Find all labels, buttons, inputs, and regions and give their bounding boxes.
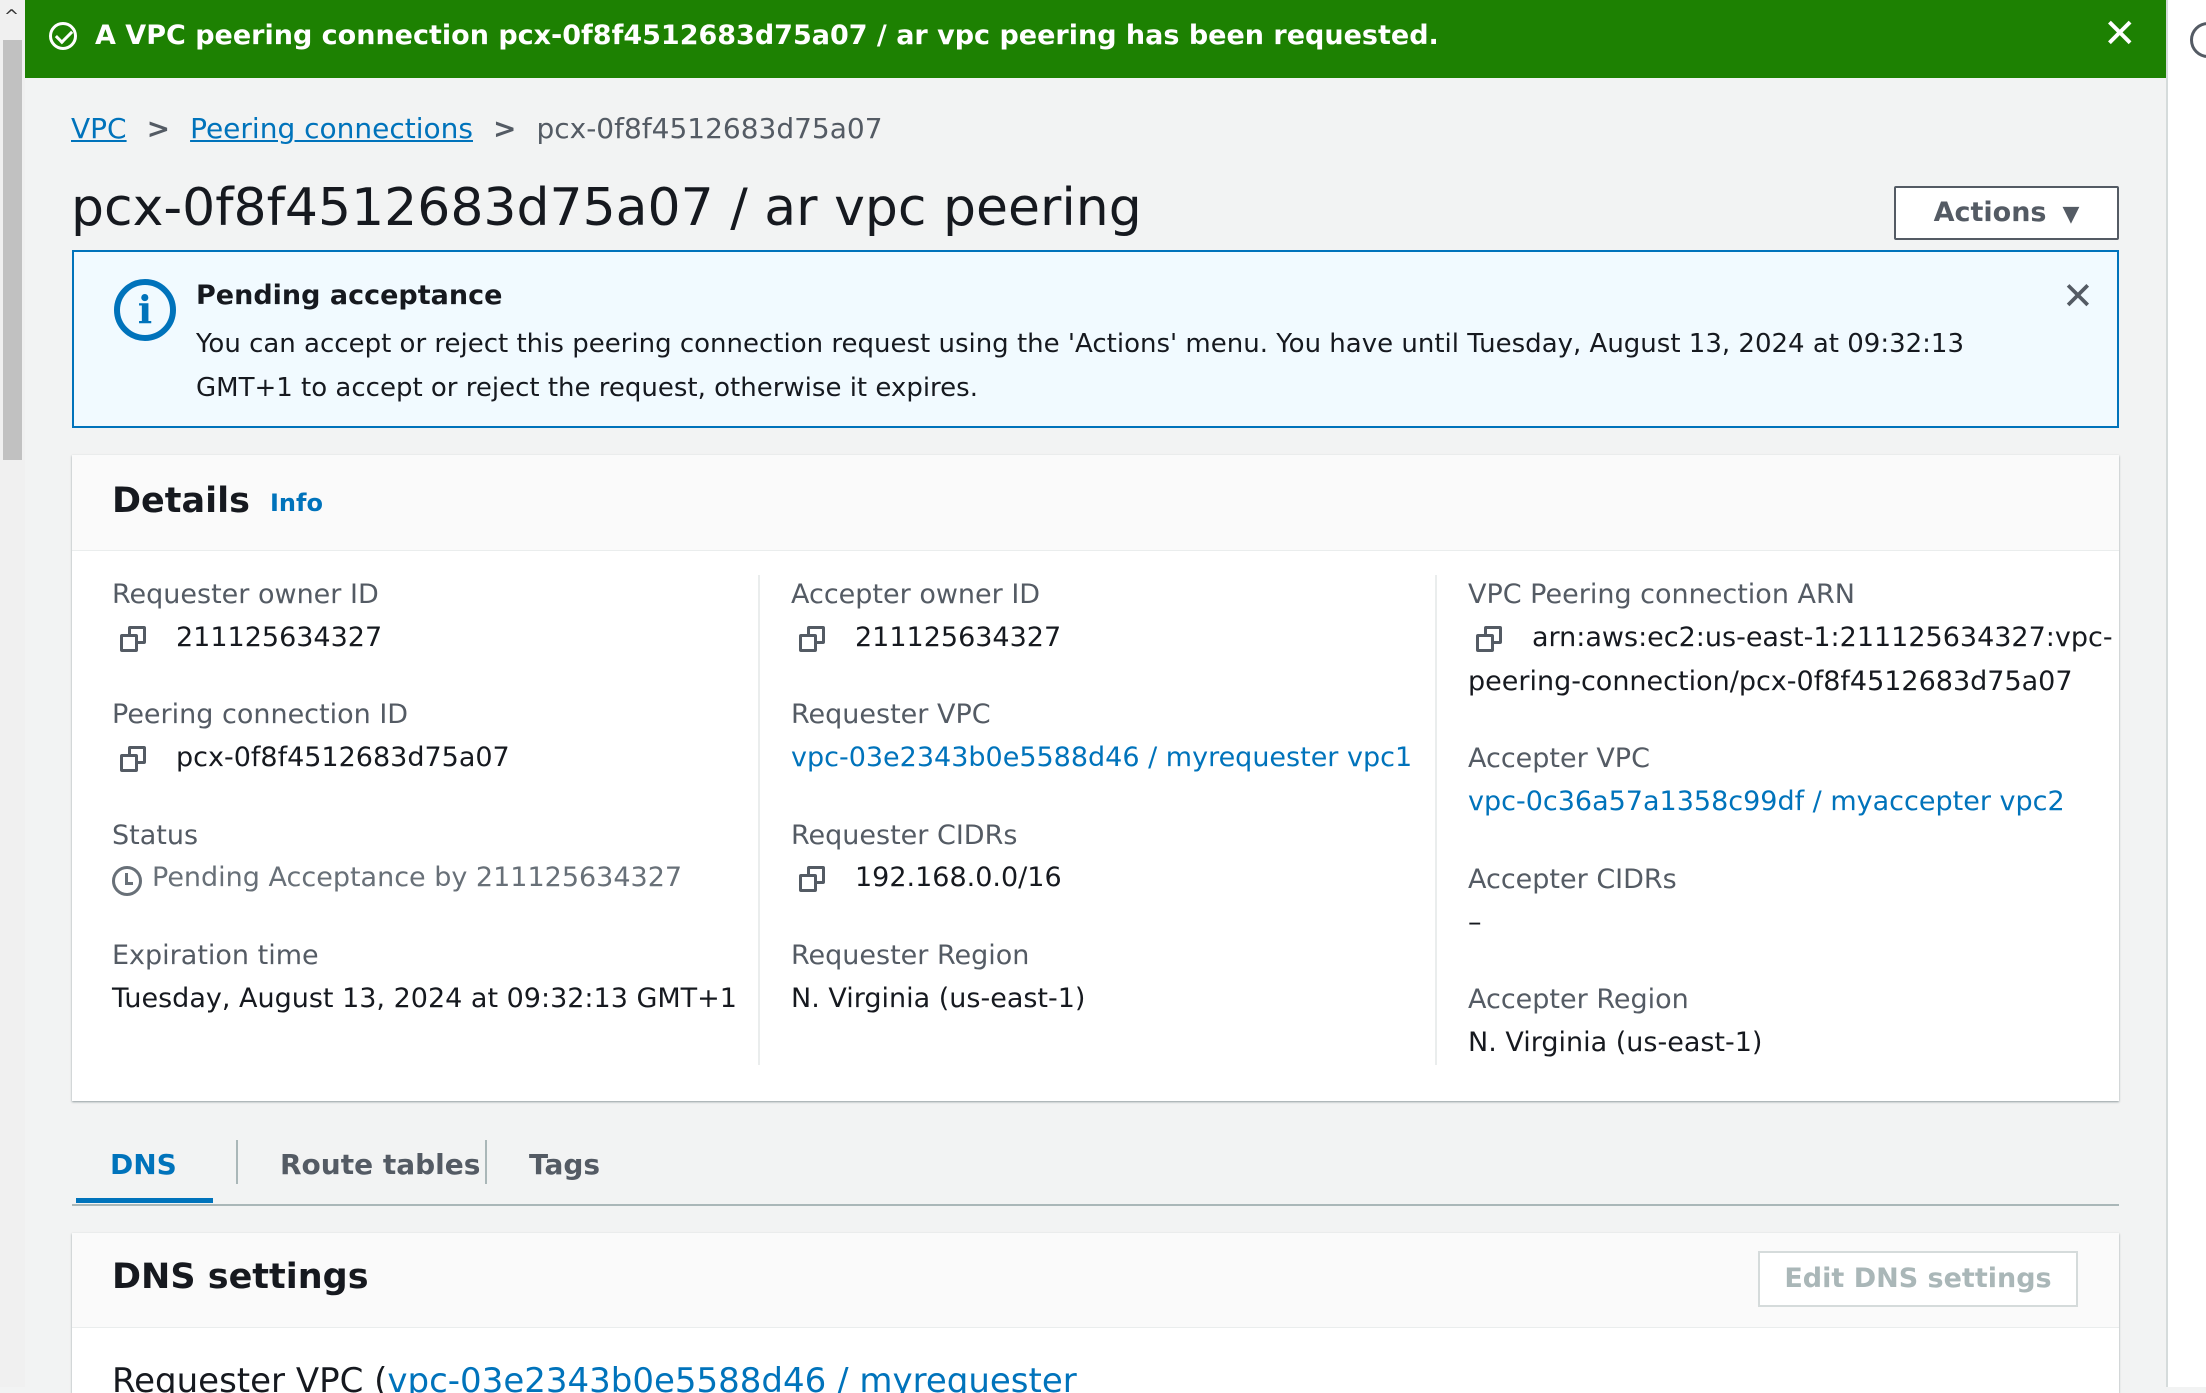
status-label: Status bbox=[112, 820, 199, 851]
requester-region-value: N. Virginia (us-east-1) bbox=[791, 983, 1086, 1014]
tab-bar: DNS Route tables Tags bbox=[72, 1130, 2119, 1206]
accepter-owner-id-value: 211125634327 bbox=[855, 622, 1062, 653]
copy-icon[interactable] bbox=[799, 866, 827, 894]
breadcrumb-vpc-link[interactable]: VPC bbox=[71, 112, 127, 145]
dns-settings-header: DNS settings Edit DNS settings bbox=[72, 1233, 2119, 1328]
expiration-time-label: Expiration time bbox=[112, 940, 319, 971]
scrollbar-thumb[interactable] bbox=[3, 40, 22, 460]
check-circle-icon bbox=[49, 22, 77, 50]
copy-icon[interactable] bbox=[1476, 626, 1504, 654]
arn-value-line2: peering-connection/pcx-0f8f4512683d75a07 bbox=[1468, 666, 2073, 697]
copy-icon[interactable] bbox=[120, 626, 148, 654]
dns-settings-panel: DNS settings Edit DNS settings Requester… bbox=[72, 1233, 2119, 1393]
chevron-right-icon: > bbox=[492, 112, 517, 145]
clock-icon bbox=[112, 866, 142, 896]
accepter-vpc-link[interactable]: vpc-0c36a57a1358c99df / myaccepter vpc2 bbox=[1468, 786, 2065, 817]
requester-vpc-label: Requester VPC bbox=[791, 699, 991, 730]
details-title: Details bbox=[112, 481, 250, 521]
requester-cidrs-label: Requester CIDRs bbox=[791, 820, 1018, 851]
accepter-region-value: N. Virginia (us-east-1) bbox=[1468, 1027, 1763, 1058]
dns-requester-vpc-link[interactable]: vpc-03e2343b0e5588d46 / myrequester bbox=[387, 1361, 1076, 1393]
edit-dns-settings-button: Edit DNS settings bbox=[1758, 1251, 2078, 1307]
peering-connection-id-label: Peering connection ID bbox=[112, 699, 409, 730]
help-icon[interactable] bbox=[2190, 22, 2206, 58]
copy-icon[interactable] bbox=[120, 746, 148, 774]
alert-heading: Pending acceptance bbox=[196, 280, 503, 311]
actions-button[interactable]: Actions ▼ bbox=[1894, 186, 2119, 240]
pending-acceptance-alert: i Pending acceptance You can accept or r… bbox=[72, 250, 2119, 428]
accepter-owner-id-label: Accepter owner ID bbox=[791, 579, 1041, 610]
requester-vpc-link[interactable]: vpc-03e2343b0e5588d46 / myrequester vpc1 bbox=[791, 742, 1412, 773]
caret-down-icon: ▼ bbox=[2062, 202, 2080, 227]
accepter-region-label: Accepter Region bbox=[1468, 984, 1689, 1015]
arn-label: VPC Peering connection ARN bbox=[1468, 579, 1855, 610]
scroll-up-icon[interactable]: ^ bbox=[4, 6, 19, 27]
dns-requester-vpc-heading: Requester VPC (vpc-03e2343b0e5588d46 / m… bbox=[112, 1361, 1077, 1393]
actions-label: Actions bbox=[1933, 197, 2047, 228]
left-scrollbar[interactable]: ^ bbox=[0, 0, 25, 1387]
details-header: Details Info bbox=[72, 455, 2119, 551]
chevron-right-icon: > bbox=[146, 112, 171, 145]
accepter-cidrs-label: Accepter CIDRs bbox=[1468, 864, 1677, 895]
arn-value-line1: arn:aws:ec2:us-east-1:211125634327:vpc- bbox=[1532, 622, 2113, 653]
details-panel: Details Info Requester owner ID 21112563… bbox=[72, 455, 2119, 1101]
close-icon[interactable]: ✕ bbox=[2062, 274, 2094, 318]
dns-sub-prefix: Requester VPC ( bbox=[112, 1361, 388, 1393]
alert-body: You can accept or reject this peering co… bbox=[196, 329, 1964, 403]
dns-settings-title: DNS settings bbox=[112, 1257, 369, 1297]
active-tab-indicator bbox=[76, 1198, 213, 1203]
info-link[interactable]: Info bbox=[270, 489, 323, 517]
requester-owner-id-label: Requester owner ID bbox=[112, 579, 379, 610]
requester-owner-id-value: 211125634327 bbox=[176, 622, 383, 653]
copy-icon[interactable] bbox=[799, 626, 827, 654]
accepter-vpc-label: Accepter VPC bbox=[1468, 743, 1650, 774]
tab-separator bbox=[236, 1140, 238, 1184]
requester-region-label: Requester Region bbox=[791, 940, 1030, 971]
expiration-time-value: Tuesday, August 13, 2024 at 09:32:13 GMT… bbox=[112, 983, 737, 1014]
page-title: pcx-0f8f4512683d75a07 / ar vpc peering bbox=[71, 178, 1142, 238]
close-icon[interactable]: ✕ bbox=[2103, 14, 2137, 54]
right-help-rail bbox=[2166, 0, 2206, 1387]
breadcrumb-current: pcx-0f8f4512683d75a07 bbox=[536, 112, 883, 145]
success-flash-banner: A VPC peering connection pcx-0f8f4512683… bbox=[25, 0, 2166, 78]
flash-message: A VPC peering connection pcx-0f8f4512683… bbox=[95, 20, 1439, 51]
breadcrumb: VPC > Peering connections > pcx-0f8f4512683d… bbox=[71, 112, 883, 145]
main-content: A VPC peering connection pcx-0f8f4512683… bbox=[25, 0, 2166, 1393]
breadcrumb-peering-link[interactable]: Peering connections bbox=[190, 112, 473, 145]
tab-separator bbox=[485, 1140, 487, 1184]
tab-tags[interactable]: Tags bbox=[529, 1148, 600, 1181]
status-value: Pending Acceptance by 211125634327 bbox=[152, 862, 683, 893]
column-divider bbox=[758, 575, 760, 1065]
accepter-cidrs-value: – bbox=[1468, 907, 1482, 938]
tab-dns[interactable]: DNS bbox=[110, 1148, 177, 1181]
peering-connection-id-value: pcx-0f8f4512683d75a07 bbox=[176, 742, 510, 773]
column-divider bbox=[1435, 575, 1437, 1065]
info-icon: i bbox=[114, 279, 176, 341]
tab-route-tables[interactable]: Route tables bbox=[280, 1148, 480, 1181]
requester-cidrs-value: 192.168.0.0/16 bbox=[855, 862, 1062, 893]
